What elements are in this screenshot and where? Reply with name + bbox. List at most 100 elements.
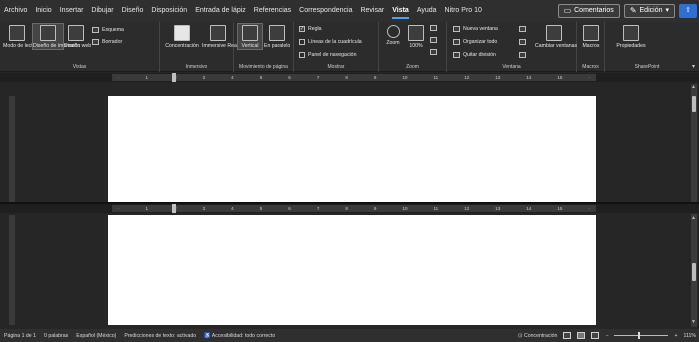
navigation-pane-checkbox[interactable]: Panel de navegación <box>299 52 356 58</box>
tab-revisar[interactable]: Revisar <box>356 0 388 22</box>
indent-marker[interactable] <box>172 204 176 213</box>
arrange-icon <box>453 39 460 45</box>
zoom-level[interactable]: 111% <box>684 333 697 339</box>
print-layout-button[interactable]: Diseño de impresión <box>32 23 80 50</box>
new-window-button[interactable]: Nueva ventana <box>453 26 498 32</box>
checkmark-icon: ✓ <box>299 26 305 32</box>
switch-windows-button[interactable]: Cambiar ventanas <box>535 25 577 49</box>
text-predictions[interactable]: Predicciones de texto: activado <box>120 333 200 339</box>
page-count[interactable]: Página 1 de 1 <box>0 333 40 339</box>
horizontal-ruler-top[interactable]: ·123456789101112131415· <box>0 73 699 82</box>
split-icon <box>453 52 460 58</box>
editing-mode-button[interactable]: ✎ Edición ▾ <box>623 4 675 18</box>
tab-insertar[interactable]: Insertar <box>56 0 88 22</box>
tab-ayuda[interactable]: Ayuda <box>413 0 441 22</box>
language[interactable]: Español (México) <box>72 333 120 339</box>
focus-icon <box>174 25 190 41</box>
zoom-button[interactable]: Zoom <box>382 25 404 46</box>
side-by-side-icon <box>269 25 285 41</box>
read-mode-button[interactable]: Modo de lectura <box>3 25 40 49</box>
focus-status-button[interactable]: ⊡ Concentración <box>518 333 557 339</box>
group-vistas: Modo de lectura Diseño de impresión Dise… <box>0 22 160 72</box>
draft-button[interactable]: Borrador <box>92 39 122 45</box>
scroll-up-icon[interactable]: ▲ <box>691 215 696 221</box>
side-by-side-docs-icon <box>519 26 526 32</box>
collapse-ribbon-icon[interactable]: ▾ <box>692 63 695 70</box>
properties-button[interactable]: Propiedades <box>611 25 651 49</box>
zoom-slider[interactable] <box>614 332 669 339</box>
multiple-pages-button[interactable] <box>430 37 437 43</box>
draft-icon <box>92 39 99 45</box>
sync-scroll-button[interactable] <box>519 39 526 45</box>
comments-button[interactable]: ▭ Comentarios <box>557 4 620 18</box>
ruler-checkbox[interactable]: ✓ Regla <box>299 26 322 32</box>
tab-correspondencia[interactable]: Correspondencia <box>295 0 356 22</box>
share-button[interactable]: ⇪ <box>679 4 697 18</box>
focus-icon: ⊡ <box>518 332 523 339</box>
word-window: Archivo Inicio Insertar Dibujar Diseño D… <box>0 0 699 342</box>
tab-diseno[interactable]: Diseño <box>118 0 148 22</box>
tab-nitro[interactable]: Nitro Pro 10 <box>441 0 486 22</box>
remove-split-button[interactable]: Quitar división <box>453 52 496 58</box>
tab-disposicion[interactable]: Disposición <box>147 0 191 22</box>
zoom-100-button[interactable]: 100% <box>406 25 426 49</box>
properties-icon <box>623 25 639 41</box>
ribbon-vista: Modo de lectura Diseño de impresión Dise… <box>0 22 699 72</box>
scroll-up-icon[interactable]: ▲ <box>691 84 696 90</box>
gridlines-checkbox[interactable]: Líneas de la cuadrícula <box>299 39 362 45</box>
outline-button[interactable]: Esquema <box>92 27 124 33</box>
focus-button[interactable]: Concentración <box>162 25 202 49</box>
zoom-in-button[interactable]: + <box>674 333 677 339</box>
one-page-icon <box>430 25 437 31</box>
macros-icon <box>583 25 599 41</box>
macros-button[interactable]: Macros <box>579 25 603 49</box>
immersive-reader-icon <box>209 25 226 41</box>
tab-referencias[interactable]: Referencias <box>250 0 295 22</box>
page-width-icon <box>430 49 437 55</box>
book-icon <box>9 25 25 41</box>
scroll-thumb-top[interactable] <box>692 96 696 112</box>
immersive-reader-button[interactable]: Immersive Reader <box>202 25 244 49</box>
page-width-button[interactable] <box>430 49 437 55</box>
comment-icon: ▭ <box>563 6 572 15</box>
scroll-thumb-bottom[interactable] <box>692 263 696 281</box>
tab-dibujar[interactable]: Dibujar <box>87 0 117 22</box>
tab-archivo[interactable]: Archivo <box>0 0 31 22</box>
one-page-button[interactable] <box>430 25 437 31</box>
vertical-button[interactable]: Vertical <box>237 23 263 50</box>
print-layout-view-button[interactable] <box>577 332 586 339</box>
accessibility-status[interactable]: ♿ Accesibilidad: todo correcto <box>200 333 279 339</box>
side-by-side-button[interactable]: En paralelo <box>264 25 290 49</box>
horizontal-ruler-bottom[interactable]: ·123456789101112131415· <box>0 204 699 213</box>
arrange-all-button[interactable]: Organizar todo <box>453 39 497 45</box>
reset-window-button[interactable] <box>519 52 526 58</box>
web-layout-button[interactable]: Diseño web <box>64 25 91 49</box>
accessibility-icon: ♿ <box>204 332 211 339</box>
indent-marker[interactable] <box>172 73 176 82</box>
word-count[interactable]: 0 palabras <box>40 333 72 339</box>
tab-inicio[interactable]: Inicio <box>31 0 55 22</box>
tab-vista[interactable]: Vista <box>388 0 413 22</box>
scroll-down-icon[interactable]: ▼ <box>691 319 696 325</box>
status-bar: Página 1 de 1 0 palabras Español (México… <box>0 329 699 342</box>
share-icon: ⇪ <box>685 7 691 14</box>
vertical-ruler-top[interactable] <box>9 96 15 202</box>
zoom-out-button[interactable]: − <box>605 333 608 339</box>
multiple-pages-icon <box>430 37 437 43</box>
magnifier-icon <box>386 25 400 38</box>
web-layout-view-button[interactable] <box>591 332 600 339</box>
document-page-top[interactable] <box>108 96 596 202</box>
group-mostrar: ✓ Regla Líneas de la cuadrícula Panel de … <box>294 22 379 72</box>
view-side-by-side-button[interactable] <box>519 26 526 32</box>
read-mode-view-button[interactable] <box>563 332 572 339</box>
reset-window-icon <box>519 52 526 58</box>
page-icon <box>40 25 56 41</box>
zoom-100-icon <box>408 25 424 41</box>
group-page-movement: Vertical En paralelo Movimiento de págin… <box>234 22 294 72</box>
document-page-bottom[interactable] <box>108 215 596 325</box>
vertical-pages-icon <box>242 25 258 41</box>
web-icon <box>68 25 84 41</box>
chevron-down-icon: ▾ <box>665 7 669 14</box>
tab-entrada-lapiz[interactable]: Entrada de lápiz <box>191 0 250 22</box>
vertical-ruler-bottom[interactable] <box>9 215 15 325</box>
